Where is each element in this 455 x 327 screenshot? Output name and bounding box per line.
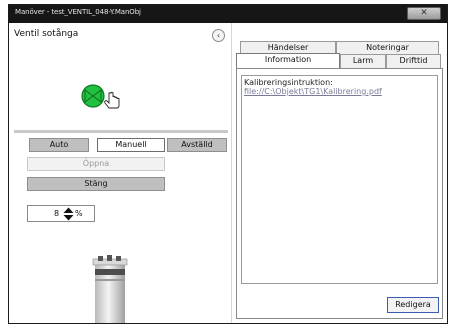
information-panel: Kalibreringsintruktion: file://C:\Objekt… — [236, 68, 443, 319]
window-title: Manöver - test_VENTIL_048-Y.ManObj — [15, 8, 141, 16]
tab-drifttid[interactable]: Drifttid — [386, 54, 441, 68]
hand-cursor-icon — [104, 91, 120, 109]
setpoint-unit: % — [75, 209, 83, 218]
valve-open-icon[interactable] — [77, 79, 123, 113]
close-button[interactable]: ✕ — [407, 7, 441, 20]
chimney-image — [87, 255, 133, 323]
maneuver-window: Manöver - test_VENTIL_048-Y.ManObj ✕ Ven… — [8, 4, 448, 324]
information-textarea[interactable]: Kalibreringsintruktion: file://C:\Objekt… — [241, 75, 438, 284]
window-content: Ventil sotånga ‹ Auto Manuell Avställd Ö… — [9, 23, 447, 323]
object-title: Ventil sotånga — [14, 29, 79, 39]
calibration-label: Kalibreringsintruktion: — [244, 78, 333, 87]
tab-row-bottom: Information Larm Drifttid — [236, 53, 443, 68]
title-bar[interactable]: Manöver - test_VENTIL_048-Y.ManObj ✕ — [9, 5, 447, 23]
tab-larm[interactable]: Larm — [340, 54, 386, 68]
manual-button[interactable]: Manuell — [97, 138, 165, 152]
panel-divider — [231, 23, 232, 323]
close-valve-button[interactable]: Stäng — [27, 177, 165, 191]
stepper-arrows-icon[interactable] — [63, 207, 74, 221]
tab-information[interactable]: Information — [236, 53, 340, 68]
auto-button[interactable]: Auto — [29, 138, 89, 152]
calibration-link[interactable]: file://C:\Objekt\TG1\Kalibrering.pdf — [244, 87, 435, 96]
setpoint-value[interactable]: 8 — [54, 209, 59, 218]
setpoint-stepper[interactable]: 8 % — [27, 205, 95, 222]
disabled-mode-button[interactable]: Avställd — [167, 138, 227, 152]
section-separator — [14, 130, 228, 133]
collapse-button[interactable]: ‹ — [212, 29, 225, 42]
tab-noteringar[interactable]: Noteringar — [336, 41, 439, 55]
edit-button[interactable]: Redigera — [387, 297, 439, 313]
open-button[interactable]: Öppna — [27, 157, 165, 171]
